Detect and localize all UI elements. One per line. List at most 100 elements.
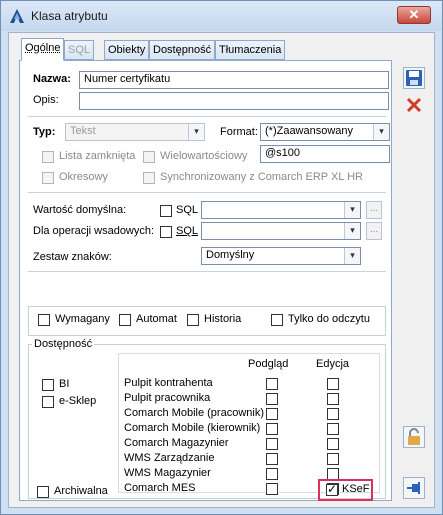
general-panel: Nazwa: Numer certyfikatu Opis: Typ: Teks… [19,60,392,501]
tab-label: Tłumaczenia [219,44,282,56]
close-icon: ✕ [408,7,420,22]
tylko-do-odczytu-checkbox[interactable] [271,314,283,326]
nazwa-input[interactable]: Numer certyfikatu [79,71,389,89]
opis-input[interactable] [79,92,389,110]
tab-sql[interactable]: SQL [64,40,95,60]
close-button[interactable]: ✕ [397,6,431,24]
wartosc-domyslna-combo[interactable]: ▾ [201,201,361,219]
chevron-down-icon: ▾ [344,202,360,218]
zestaw-znakow-value: Domyślny [206,249,255,261]
wartosc-sql-checkbox[interactable] [160,205,172,217]
zestaw-znakow-label: Zestaw znaków: [33,251,112,263]
edycja-checkbox[interactable] [327,453,339,465]
historia-label: Historia [204,313,242,325]
historia-checkbox[interactable] [187,314,199,326]
save-icon [406,70,422,86]
tab-tlumaczenia[interactable]: Tłumaczenia [215,40,286,60]
okresowy-label: Okresowy [59,171,108,183]
tab-label: Dostępność [153,44,212,56]
wartosc-sql-label: SQL [176,204,199,216]
okresowy-checkbox[interactable] [42,172,54,184]
synchronizowany-checkbox[interactable] [143,172,155,184]
opis-label: Opis: [33,94,59,106]
app-row-label: Pulpit pracownika [124,392,211,404]
e-sklep-checkbox[interactable] [42,396,54,408]
dostepnosc-title: Dostępność [32,338,95,350]
edycja-checkbox[interactable] [327,378,339,390]
delete-button[interactable] [403,94,425,116]
app-row-label: Comarch MES [124,482,196,494]
chevron-down-icon: ▾ [344,248,360,264]
podglad-checkbox[interactable] [266,378,278,390]
pin-button[interactable] [403,477,425,499]
tab-ogolne[interactable]: Ogólne [21,38,65,61]
edycja-checkbox[interactable] [327,438,339,450]
archiwalna-checkbox[interactable] [37,486,49,498]
bi-checkbox[interactable] [42,379,54,391]
column-header-edycja: Edycja [316,358,350,370]
wielowartosciowy-label: Wielowartościowy [160,150,248,162]
tylko-do-odczytu-label: Tylko do odczytu [288,313,370,325]
lista-zamknieta-label: Lista zamknięta [59,150,136,162]
automat-label: Automat [136,313,177,325]
automat-checkbox[interactable] [119,314,131,326]
app-row-label: Pulpit kontrahenta [124,377,213,389]
bi-label: BI [59,378,70,390]
chevron-down-icon: ▾ [344,223,360,239]
podglad-checkbox[interactable] [266,423,278,435]
tab-dostepnosc[interactable]: Dostępność [149,40,216,60]
podglad-checkbox[interactable] [266,483,278,495]
divider [28,116,386,117]
podglad-checkbox[interactable] [266,468,278,480]
format-code-input[interactable]: @s100 [260,145,390,163]
podglad-checkbox[interactable] [266,438,278,450]
window-title: Klasa atrybutu [31,9,108,23]
ksef-label: KSeF [342,483,370,495]
lock-button[interactable] [403,426,425,448]
operacje-sql-checkbox[interactable] [160,226,172,238]
tab-label: SQL [68,44,91,56]
format-combo[interactable]: (*)Zaawansowany ▾ [260,123,390,141]
pin-icon [407,482,420,494]
podglad-checkbox[interactable] [266,453,278,465]
wymagany-label: Wymagany [55,313,110,325]
nazwa-label: Nazwa: [33,73,71,85]
tab-obiekty[interactable]: Obiekty [104,40,150,60]
chevron-down-icon: ▾ [188,124,204,140]
podglad-checkbox[interactable] [266,393,278,405]
tab-label: Ogólne [25,42,61,54]
tab-label: Obiekty [108,44,146,56]
zestaw-znakow-combo[interactable]: Domyślny ▾ [201,247,361,265]
edycja-checkbox[interactable] [327,423,339,435]
app-row-label: Comarch Magazynier [124,437,229,449]
ksef-checkbox[interactable] [326,482,338,496]
app-row-label: Comarch Mobile (pracownik) [124,407,264,419]
podglad-checkbox[interactable] [266,408,278,420]
lista-zamknieta-checkbox[interactable] [42,151,54,163]
e-sklep-label: e-Sklep [59,395,97,407]
divider [28,271,386,272]
dialog-window: Klasa atrybutu ✕ Ogólne SQL Obiekty Dost… [0,0,443,515]
typ-value: Tekst [70,125,96,137]
app-row-label: WMS Magazynier [124,467,211,479]
wartosc-ellipsis-button[interactable]: ... [366,201,382,219]
edycja-checkbox[interactable] [327,393,339,405]
archiwalna-label: Archiwalna [54,485,108,497]
title-bar: Klasa atrybutu ✕ [1,1,442,31]
client-area: Ogólne SQL Obiekty Dostępność Tłumaczeni… [8,32,435,508]
format-label: Format: [220,126,258,138]
dla-operacji-combo[interactable]: ▾ [201,222,361,240]
attribute-class-icon [10,9,24,23]
synchronizowany-label: Synchronizowany z Comarch ERP XL HR [160,171,363,183]
edycja-checkbox[interactable] [327,408,339,420]
wielowartosciowy-checkbox[interactable] [143,151,155,163]
app-row-label: WMS Zarządzanie [124,452,215,464]
operacje-ellipsis-button[interactable]: ... [366,222,382,240]
wymagany-checkbox[interactable] [38,314,50,326]
operacje-sql-label: SQL [176,225,199,237]
wartosc-domyslna-label: Wartość domyślna: [33,204,127,216]
typ-combo[interactable]: Tekst ▾ [65,123,205,141]
save-button[interactable] [403,67,425,89]
delete-icon [406,97,422,113]
divider [28,192,386,193]
